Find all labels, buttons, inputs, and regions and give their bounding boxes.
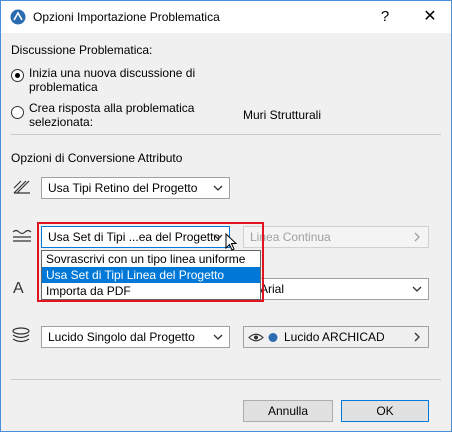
footer-divider [11, 379, 441, 380]
dropdown-option-import-pdf[interactable]: Importa da PDF [42, 283, 260, 299]
fill-icon [13, 180, 30, 194]
dropdown-option-project-set[interactable]: Usa Set di Tipi Linea del Progetto [42, 267, 260, 283]
archicad-layer-icon [268, 333, 278, 342]
layer-mode-select[interactable]: Lucido Singolo dal Progetto [41, 326, 230, 348]
chevron-down-icon [213, 334, 223, 340]
line-type-icon [12, 229, 32, 242]
section-divider [11, 134, 441, 135]
ok-button[interactable]: OK [341, 400, 429, 422]
radio-reply-issue-label-1[interactable]: Crea risposta alla problematica [29, 101, 194, 115]
eye-icon [248, 333, 264, 342]
import-options-dialog: Opzioni Importazione Problematica ? ✕ Di… [0, 0, 452, 432]
close-button[interactable]: ✕ [420, 7, 440, 27]
line-type-set-select[interactable]: Usa Set di Tipi ...ea del Progetto [41, 226, 230, 248]
radio-new-discussion-label-1[interactable]: Inizia una nuova discussione di [29, 66, 195, 80]
radio-new-discussion[interactable] [11, 69, 24, 82]
selected-issue-name: Muri Strutturali [243, 108, 322, 122]
discussion-heading: Discussione Problematica: [11, 43, 153, 57]
radio-new-discussion-label-2[interactable]: problematica [29, 80, 98, 94]
chevron-down-icon [412, 286, 422, 292]
font-select-value: Arial [260, 282, 285, 296]
conversion-heading: Opzioni di Conversione Attributo [11, 151, 183, 165]
chevron-down-icon [213, 185, 223, 191]
title-bar: Opzioni Importazione Problematica ? ✕ [1, 1, 451, 33]
dialog-title: Opzioni Importazione Problematica [33, 10, 220, 24]
chevron-down-icon [213, 234, 223, 240]
font-select[interactable]: Arial [253, 278, 429, 300]
radio-reply-issue[interactable] [11, 106, 24, 119]
fill-type-select[interactable]: Usa Tipi Retino del Progetto [41, 177, 230, 199]
dropdown-option-override[interactable]: Sovrascrivi con un tipo linea uniforme [42, 251, 260, 267]
radio-reply-issue-label-2[interactable]: selezionata: [29, 115, 93, 129]
font-icon: A [13, 280, 24, 297]
fill-type-select-value: Usa Tipi Retino del Progetto [48, 181, 198, 195]
dialog-body: Discussione Problematica: Inizia una nuo… [1, 33, 451, 431]
line-type-set-dropdown: Sovrascrivi con un tipo linea uniforme U… [41, 250, 261, 300]
line-type-select[interactable]: Linea Continua [243, 226, 429, 248]
help-button[interactable]: ? [375, 7, 395, 27]
line-type-set-select-value: Usa Set di Tipi ...ea del Progetto [48, 230, 221, 244]
line-type-select-value: Linea Continua [250, 230, 331, 244]
cancel-button[interactable]: Annulla [243, 400, 333, 422]
chevron-right-icon [414, 232, 420, 242]
layer-mode-select-value: Lucido Singolo dal Progetto [48, 330, 195, 344]
layer-select-value: Lucido ARCHICAD [284, 330, 385, 344]
layer-select[interactable]: Lucido ARCHICAD [243, 326, 429, 348]
mouse-cursor-icon [225, 233, 238, 251]
chevron-right-icon [414, 332, 420, 342]
archicad-app-icon [10, 9, 26, 25]
layers-icon [12, 327, 30, 343]
